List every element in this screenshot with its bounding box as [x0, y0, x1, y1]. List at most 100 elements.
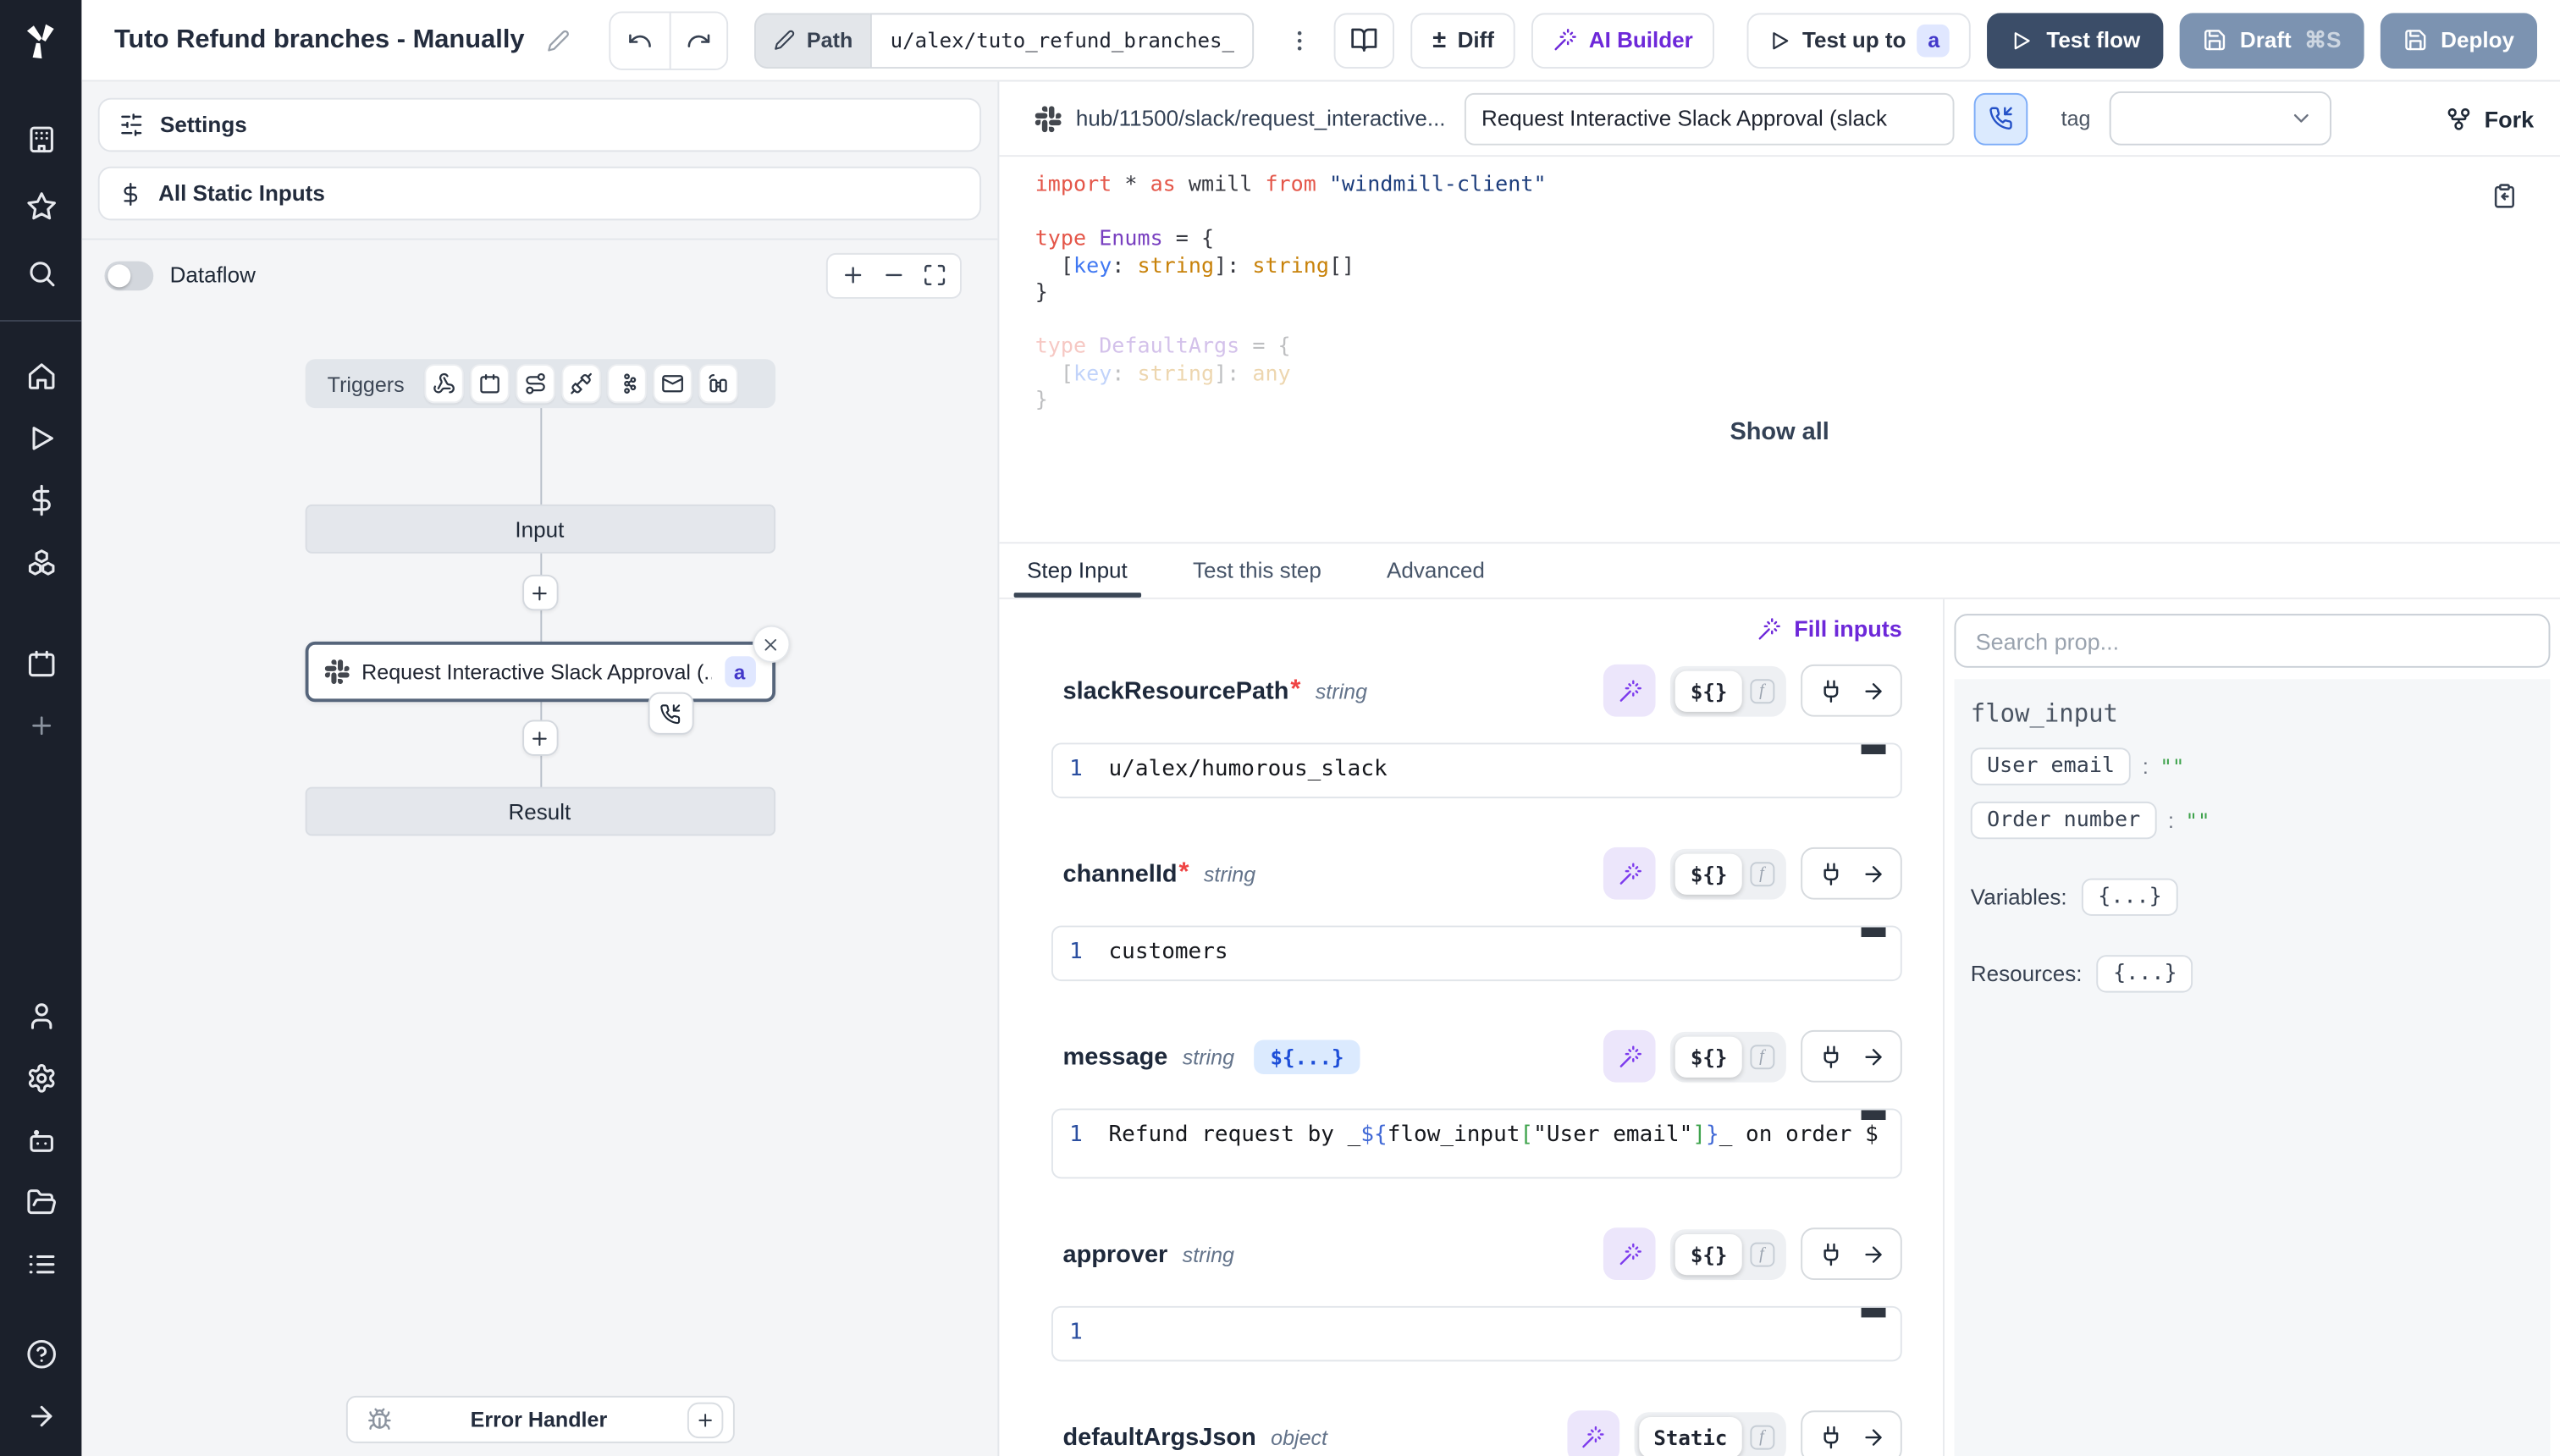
plug-icon[interactable]: [1809, 1034, 1851, 1079]
plug-icon[interactable]: [1809, 851, 1851, 896]
field-mode-toggle[interactable]: ${}: [1676, 1036, 1742, 1077]
field-mode-toggle[interactable]: Static: [1639, 1416, 1742, 1456]
ai-builder-button[interactable]: AI Builder: [1531, 12, 1714, 68]
docs-button[interactable]: [1334, 12, 1395, 68]
field-editor[interactable]: 1: [1051, 1306, 1902, 1362]
variables-expand-pill[interactable]: {...}: [2082, 879, 2178, 916]
workers-icon[interactable]: [0, 1108, 81, 1170]
more-options-button[interactable]: [1280, 12, 1317, 68]
insert-step-button-bottom[interactable]: [521, 720, 557, 755]
diff-button[interactable]: ±Diff: [1411, 12, 1515, 68]
javascript-mode-icon[interactable]: f: [1742, 1242, 1781, 1266]
field-mode-toggle[interactable]: ${}: [1676, 1233, 1742, 1274]
javascript-mode-icon[interactable]: f: [1742, 1425, 1781, 1449]
result-node[interactable]: Result: [305, 787, 775, 836]
websocket-icon[interactable]: [561, 364, 600, 403]
input-node[interactable]: Input: [305, 505, 775, 554]
code-editor[interactable]: import * as wmill from "windmill-client"…: [999, 157, 2560, 543]
resources-icon[interactable]: [0, 531, 81, 593]
path-input[interactable]: u/alex/tuto_refund_branches_: [870, 12, 1254, 68]
favorites-star-icon[interactable]: [0, 174, 81, 236]
add-icon[interactable]: [0, 694, 81, 756]
dataflow-toggle[interactable]: [104, 261, 153, 290]
all-static-inputs-button[interactable]: All Static Inputs: [98, 167, 981, 221]
plug-icon[interactable]: [1809, 1414, 1851, 1456]
prop-pill[interactable]: User email: [1971, 747, 2132, 785]
flow-settings-button[interactable]: Settings: [98, 98, 981, 152]
zoom-in-button[interactable]: [841, 262, 865, 287]
zoom-out-button[interactable]: [881, 262, 906, 287]
javascript-mode-icon[interactable]: f: [1742, 1044, 1781, 1068]
dollar-icon: [119, 182, 142, 205]
hub-script-link[interactable]: hub/11500/slack/request_interactive...: [1035, 105, 1446, 131]
variables-icon[interactable]: [0, 468, 81, 530]
ai-fill-field-button[interactable]: [1567, 1410, 1619, 1456]
fill-inputs-button[interactable]: Fill inputs: [1757, 615, 1902, 642]
windmill-logo[interactable]: [0, 0, 81, 81]
webhook-icon[interactable]: [424, 364, 463, 403]
step-title-input[interactable]: [1465, 92, 1956, 145]
runs-icon[interactable]: [0, 406, 81, 468]
javascript-mode-icon[interactable]: f: [1742, 861, 1781, 885]
fork-button[interactable]: Fork: [2445, 105, 2534, 131]
field-mode-toggle[interactable]: ${}: [1676, 670, 1742, 711]
field-editor[interactable]: 1 u/alex/humorous_slack: [1051, 742, 1902, 798]
folders-icon[interactable]: [0, 1171, 81, 1233]
delete-step-button[interactable]: [752, 626, 789, 663]
chevron-down-icon: [2290, 106, 2314, 130]
help-icon[interactable]: [0, 1322, 81, 1384]
arrow-right-icon[interactable]: [1851, 851, 1894, 896]
email-icon[interactable]: [653, 364, 692, 403]
phone-incoming-icon[interactable]: [648, 692, 693, 735]
resources-expand-pill[interactable]: {...}: [2097, 955, 2193, 992]
arrow-right-icon[interactable]: [1851, 1034, 1894, 1079]
redo-button[interactable]: [669, 12, 726, 68]
tab-test-this-step[interactable]: Test this step: [1189, 543, 1325, 598]
prop-search-input[interactable]: [1954, 614, 2550, 668]
workspace-icon[interactable]: [0, 108, 81, 169]
plug-icon[interactable]: [1809, 1231, 1851, 1277]
arrow-right-icon[interactable]: [1851, 1231, 1894, 1277]
triggers-node[interactable]: Triggers: [305, 359, 775, 408]
plug-icon[interactable]: [1809, 668, 1851, 714]
field-editor[interactable]: 1 Refund request by _${flow_input["User …: [1051, 1108, 1902, 1178]
field-editor[interactable]: 1 customers: [1051, 925, 1902, 981]
test-up-to-button[interactable]: Test up toa: [1746, 12, 1971, 68]
kafka-icon[interactable]: [607, 364, 646, 403]
edit-title-icon[interactable]: [548, 29, 571, 52]
arrow-right-icon[interactable]: [1851, 668, 1894, 714]
schedules-icon[interactable]: [0, 631, 81, 693]
poll-icon[interactable]: [698, 364, 737, 403]
home-icon[interactable]: [0, 345, 81, 406]
route-icon[interactable]: [516, 364, 554, 403]
show-all-button[interactable]: Show all: [1730, 418, 1829, 446]
error-handler-node[interactable]: Error Handler: [345, 1396, 734, 1443]
copy-code-icon[interactable]: [2491, 183, 2518, 209]
deploy-button[interactable]: Deploy: [2381, 12, 2537, 68]
prop-pill[interactable]: Order number: [1971, 802, 2157, 839]
ai-fill-field-button[interactable]: [1604, 1030, 1657, 1083]
undo-button[interactable]: [611, 12, 669, 68]
schedule-icon[interactable]: [470, 364, 509, 403]
tag-select[interactable]: [2110, 91, 2332, 146]
logs-icon[interactable]: [0, 1233, 81, 1294]
tab-step-input[interactable]: Step Input: [1023, 543, 1130, 598]
slack-approval-node[interactable]: Request Interactive Slack Approval (... …: [305, 642, 775, 702]
search-icon[interactable]: [0, 241, 81, 303]
insert-step-button-top[interactable]: [521, 575, 557, 610]
user-icon[interactable]: [0, 984, 81, 1046]
ai-fill-field-button[interactable]: [1604, 665, 1657, 717]
field-mode-toggle[interactable]: ${}: [1676, 853, 1742, 894]
ai-fill-field-button[interactable]: [1604, 1227, 1657, 1280]
test-flow-button[interactable]: Test flow: [1988, 12, 2163, 68]
add-error-handler-button[interactable]: [687, 1402, 722, 1437]
draft-button[interactable]: Draft⌘S: [2180, 12, 2364, 68]
arrow-right-icon[interactable]: [1851, 1414, 1894, 1456]
fit-view-button[interactable]: [923, 262, 947, 287]
tab-advanced[interactable]: Advanced: [1383, 543, 1488, 598]
javascript-mode-icon[interactable]: f: [1742, 678, 1781, 703]
ai-fill-field-button[interactable]: [1604, 847, 1657, 900]
expand-sidebar-icon[interactable]: [0, 1384, 81, 1446]
suspend-approval-button[interactable]: [1974, 92, 2028, 145]
settings-icon[interactable]: [0, 1046, 81, 1108]
